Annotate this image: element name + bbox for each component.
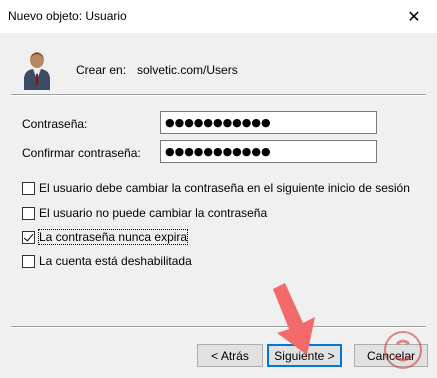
- confirm-password-label: Confirmar contraseña:: [22, 146, 141, 160]
- watermark-logo-icon: [384, 331, 422, 369]
- password-never-expires-checkbox[interactable]: [22, 230, 35, 244]
- password-label: Contraseña:: [22, 117, 88, 131]
- dialog-title: Nuevo objeto: Usuario: [8, 9, 127, 23]
- next-button[interactable]: Siguiente >: [267, 344, 342, 367]
- create-in-label: Crear en:: [76, 63, 127, 77]
- user-icon: [24, 52, 50, 90]
- password-field[interactable]: ●●●●●●●●●●●: [160, 111, 377, 134]
- option-cannot-change-password[interactable]: El usuario no puede cambiar la contraseñ…: [22, 205, 267, 221]
- new-user-dialog: Nuevo objeto: Usuario ✕ Crear en: solvet…: [0, 0, 437, 378]
- account-disabled-checkbox[interactable]: [22, 254, 35, 268]
- option-label: La cuenta está deshabilitada: [39, 254, 192, 268]
- option-password-never-expires[interactable]: La contraseña nunca expira: [22, 229, 189, 245]
- title-bar: Nuevo objeto: Usuario ✕: [0, 0, 437, 33]
- close-icon: ✕: [407, 8, 421, 26]
- option-account-disabled[interactable]: La cuenta está deshabilitada: [22, 253, 192, 269]
- option-label: El usuario no puede cambiar la contraseñ…: [39, 206, 268, 220]
- must-change-password-checkbox[interactable]: [22, 181, 35, 195]
- cannot-change-password-checkbox[interactable]: [22, 206, 35, 220]
- option-label: El usuario debe cambiar la contraseña en…: [39, 181, 410, 195]
- confirm-password-field[interactable]: ●●●●●●●●●●●: [160, 140, 377, 163]
- back-button[interactable]: < Atrás: [197, 344, 263, 367]
- bottom-separator: [11, 326, 426, 328]
- option-label: La contraseña nunca expira: [37, 229, 189, 245]
- create-in-value: solvetic.com/Users: [137, 63, 238, 77]
- option-must-change-password[interactable]: El usuario debe cambiar la contraseña en…: [22, 180, 410, 196]
- close-button[interactable]: ✕: [391, 0, 437, 33]
- top-separator: [11, 94, 426, 96]
